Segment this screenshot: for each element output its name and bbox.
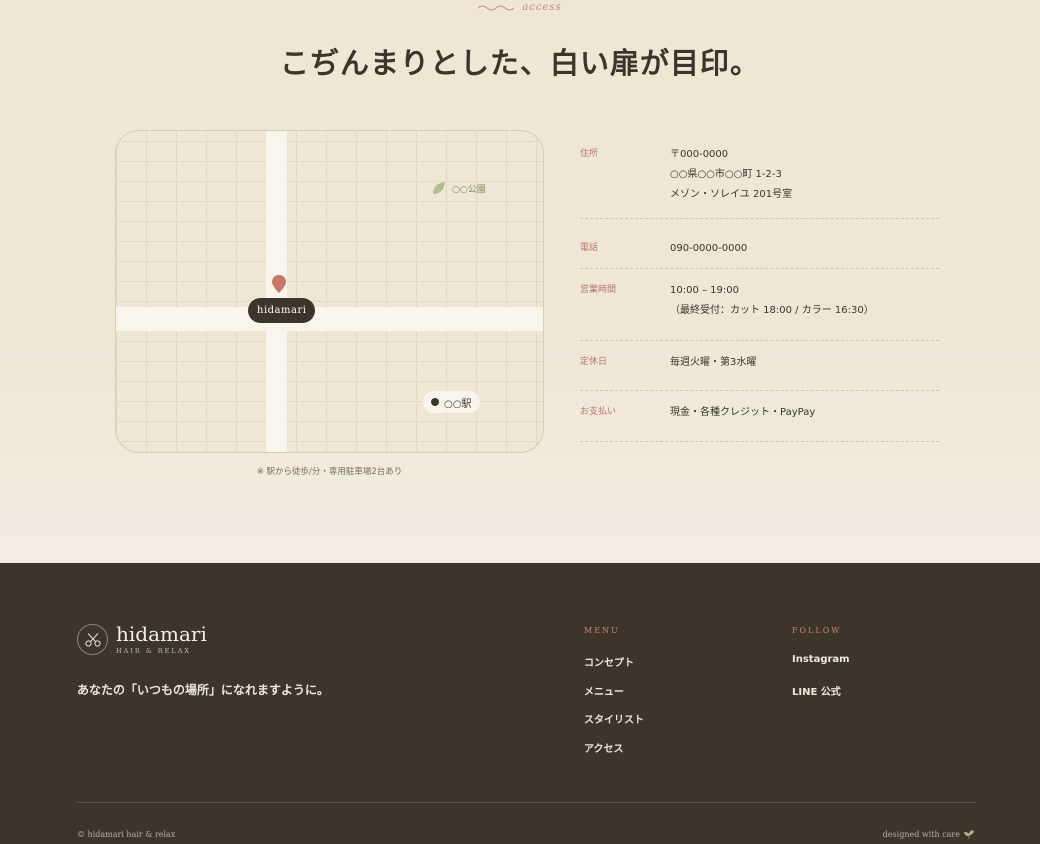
park-marker: ○○公園 [432, 181, 486, 195]
footer-link-stylist[interactable]: スタイリスト [584, 711, 644, 740]
info-label: お支払い [580, 407, 617, 417]
section-eyebrow: access [0, 2, 1040, 13]
location-pin-icon [272, 275, 286, 293]
footer-link-concept[interactable]: コンセプト [584, 654, 644, 683]
footer-menu: MENU コンセプト メニュー スタイリスト アクセス [584, 626, 644, 768]
footer-link-access[interactable]: アクセス [584, 740, 644, 769]
info-label: 電話 [580, 243, 599, 253]
eyebrow-text: access [522, 2, 562, 13]
logo-text: hidamari HAIR & RELAX [116, 624, 207, 655]
access-map[interactable]: hidamari ○○公園 ○○駅 [115, 130, 544, 453]
footer-divider [77, 802, 977, 803]
footer-logo[interactable]: hidamari HAIR & RELAX [77, 624, 207, 655]
logo-subtitle: HAIR & RELAX [116, 647, 192, 655]
phone-number[interactable]: 090-0000-0000 [670, 239, 747, 254]
leaf-icon [433, 182, 445, 194]
address-line: ○○県○○市○○町 1-2-3 [670, 169, 782, 180]
scissors-icon-svg [84, 632, 101, 647]
info-row-address: 住所 〒000-0000 ○○県○○市○○町 1-2-3 メゾン・ソレイユ 20… [580, 133, 939, 219]
building-line: メゾン・ソレイユ 201号室 [670, 189, 793, 200]
wave-icon [478, 5, 515, 10]
site-footer: hidamari HAIR & RELAX あなたの「いつもの場所」になれますよ… [0, 563, 1040, 844]
footer-credit: designed with care [883, 829, 974, 839]
info-row-hours: 営業時間 10:00 – 19:00 （最終受付：カット 18:00 / カラー… [580, 269, 939, 341]
footer-tagline: あなたの「いつもの場所」になれますように。 [77, 683, 330, 697]
access-section: access こぢんまりとした、白い扉が目印。 hidamari ○○公園 ○○… [0, 0, 1040, 563]
hours-line: 10:00 – 19:00 [670, 285, 739, 296]
sprout-icon [964, 830, 974, 839]
shop-marker-label[interactable]: hidamari [248, 298, 316, 323]
info-label: 営業時間 [580, 285, 617, 295]
copyright: © hidamari hair & relax [77, 830, 176, 839]
info-value: 10:00 – 19:00 （最終受付：カット 18:00 / カラー 16:3… [670, 281, 874, 325]
park-label: ○○公園 [452, 184, 486, 195]
info-label: 定休日 [580, 357, 608, 367]
station-label: ○○駅 [444, 398, 472, 410]
closed-days: 毎週火曜・第3水曜 [670, 357, 757, 368]
payment-methods: 現金・各種クレジット・PayPay [670, 407, 816, 418]
footer-link-line[interactable]: LINE 公式 [792, 683, 850, 712]
logo-name: hidamari [116, 622, 207, 646]
footer-link-menu[interactable]: メニュー [584, 683, 644, 712]
footer-menu-title: MENU [584, 626, 620, 635]
footer-follow-title: FOLLOW [792, 626, 842, 635]
page-title: こぢんまりとした、白い扉が目印。 [279, 46, 760, 80]
road-horizontal [116, 307, 543, 331]
info-value: 〒000-0000 ○○県○○市○○町 1-2-3 メゾン・ソレイユ 201号室 [670, 145, 792, 203]
credit-text: designed with care [882, 829, 960, 839]
info-row-closed: 定休日 毎週火曜・第3水曜 [580, 341, 939, 391]
postal-code: 〒000-0000 [670, 149, 729, 160]
info-row-phone: 電話 090-0000-0000 [580, 219, 939, 269]
footer-link-instagram[interactable]: Instagram [792, 654, 850, 683]
info-label: 住所 [580, 149, 599, 159]
station-marker: ○○駅 [423, 391, 481, 413]
info-row-payment: お支払い 現金・各種クレジット・PayPay [580, 391, 939, 442]
access-info-list: 住所 〒000-0000 ○○県○○市○○町 1-2-3 メゾン・ソレイユ 20… [580, 133, 939, 442]
station-dot-icon [431, 398, 439, 406]
map-note: ※ 駅から徒歩/分・専用駐車場2台あり [256, 467, 403, 477]
last-order-line: （最終受付：カット 18:00 / カラー 16:30） [670, 305, 874, 316]
scissors-icon [77, 624, 108, 655]
footer-follow: FOLLOW Instagram LINE 公式 [792, 626, 850, 711]
